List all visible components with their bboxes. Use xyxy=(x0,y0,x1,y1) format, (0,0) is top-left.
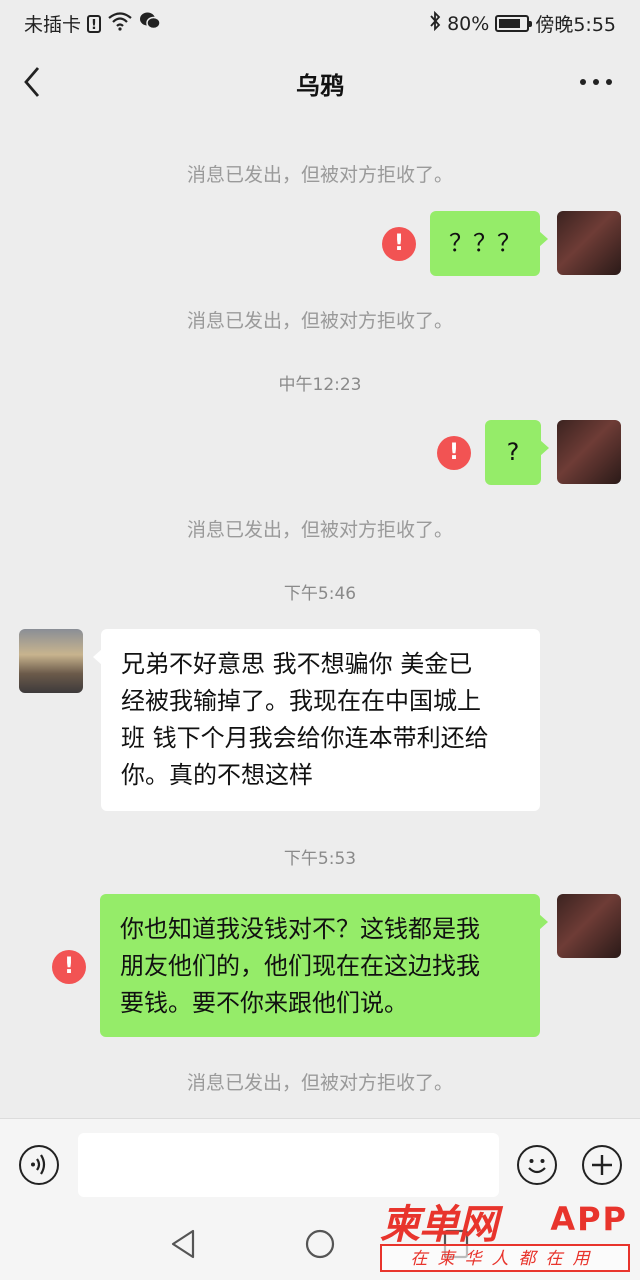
message-list[interactable]: 消息已发出，但被对方拒收了。 ! ？？？ 消息已发出，但被对方拒收了。 中午12… xyxy=(0,120,640,1115)
more-options-button[interactable] xyxy=(578,68,614,94)
my-avatar[interactable] xyxy=(557,420,621,484)
battery-percent: 80% xyxy=(447,12,490,35)
my-avatar[interactable] xyxy=(557,894,621,958)
status-left: 未插卡 ! xyxy=(24,10,161,37)
status-bar: 未插卡 ! 80% 傍晚5:55 xyxy=(0,0,640,44)
watermark: 柬单网 APP 在柬华人都在用 xyxy=(380,1192,630,1276)
my-avatar[interactable] xyxy=(557,211,621,275)
send-failed-icon[interactable]: ! xyxy=(382,227,416,261)
message-line: 班 钱下个月我会给你连本带利还给 xyxy=(121,724,489,752)
chat-header: 乌鸦 xyxy=(0,44,640,120)
message-line: 你。真的不想这样 xyxy=(121,761,313,789)
clock: 傍晚5:55 xyxy=(535,14,616,36)
watermark-brand: 柬单网 xyxy=(380,1202,498,1248)
timestamp: 下午5:53 xyxy=(283,849,357,869)
message-input[interactable] xyxy=(78,1133,499,1197)
battery-level xyxy=(499,19,521,28)
nav-back-icon[interactable] xyxy=(168,1228,198,1260)
smiley-icon xyxy=(528,1159,546,1174)
system-notice: 消息已发出，但被对方拒收了。 xyxy=(186,1072,453,1094)
incoming-message[interactable]: 兄弟不好意思 我不想骗你 美金已 经被我输掉了。我现在在中国城上 班 钱下个月我… xyxy=(93,629,540,811)
watermark-tagline: 在柬华人都在用 xyxy=(380,1244,630,1272)
plus-icon xyxy=(592,1155,612,1175)
outgoing-message[interactable]: 你也知道我没钱对不？这钱都是我 朋友他们的，他们现在在这边找我 要钱。要不你来跟… xyxy=(100,894,548,1037)
bluetooth-icon xyxy=(429,10,441,36)
outgoing-message[interactable]: ? xyxy=(485,420,549,485)
status-right: 80% 傍晚5:55 xyxy=(429,10,616,37)
more-functions-button[interactable] xyxy=(582,1145,622,1185)
wifi-icon xyxy=(107,11,133,36)
system-notice: 消息已发出，但被对方拒收了。 xyxy=(186,519,453,541)
contact-avatar[interactable] xyxy=(19,629,83,693)
watermark-app-label: APP xyxy=(550,1200,628,1238)
voice-icon xyxy=(31,1154,46,1175)
timestamp: 中午12:23 xyxy=(278,375,362,395)
message-line: 经被我输掉了。我现在在中国城上 xyxy=(121,687,481,715)
send-failed-icon[interactable]: ! xyxy=(52,950,86,984)
system-notice: 消息已发出，但被对方拒收了。 xyxy=(186,164,453,186)
message-line: 兄弟不好意思 我不想骗你 美金已 xyxy=(121,650,473,678)
system-notice: 消息已发出，但被对方拒收了。 xyxy=(186,310,453,332)
chat-title: 乌鸦 xyxy=(296,72,344,100)
carrier-label: 未插卡 xyxy=(24,14,82,36)
send-failed-icon[interactable]: ! xyxy=(437,436,471,470)
timestamp: 下午5:46 xyxy=(283,584,357,604)
message-line: 朋友他们的，他们现在在这边找我 xyxy=(120,952,480,980)
message-line: 要钱。要不你来跟他们说。 xyxy=(120,989,408,1017)
voice-input-button[interactable] xyxy=(19,1145,59,1185)
wechat-notification-icon xyxy=(139,11,161,36)
battery-icon xyxy=(495,15,533,32)
message-line: 你也知道我没钱对不？这钱都是我 xyxy=(120,915,480,943)
emoji-button[interactable] xyxy=(517,1145,557,1185)
more-dots-icon xyxy=(580,79,612,85)
sim-alert-icon: ! xyxy=(87,14,102,33)
nav-home-icon[interactable] xyxy=(304,1228,336,1260)
outgoing-message[interactable]: ？？？ xyxy=(430,211,548,276)
